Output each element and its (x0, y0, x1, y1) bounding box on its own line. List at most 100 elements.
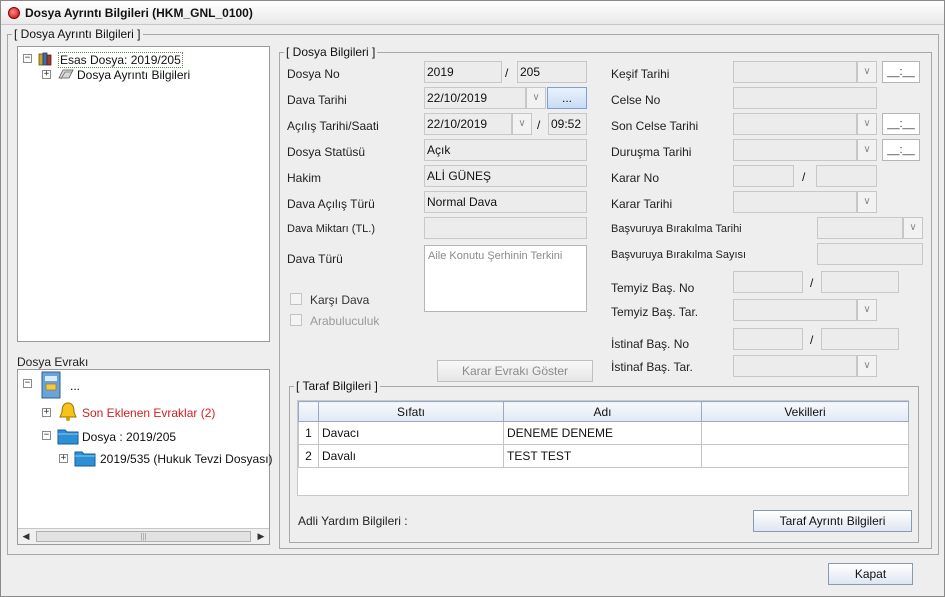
cell-adi[interactable]: TEST TEST (503, 444, 702, 468)
table-row[interactable]: 1 Davacı DENEME DENEME (298, 421, 909, 445)
tree-child-dosya-ayrinti[interactable]: Dosya Ayrıntı Bilgileri (77, 68, 190, 82)
tree-collapse-toggle[interactable]: − (23, 54, 32, 63)
son-celse-label: Son Celse Tarihi (611, 119, 699, 133)
dosya-statu-field[interactable]: Açık (424, 139, 587, 161)
sub-dosya-label[interactable]: 2019/535 (Hukuk Tevzi Dosyası) (100, 452, 273, 466)
row-number: 2 (298, 444, 319, 468)
karar-no-year-field[interactable] (733, 165, 794, 187)
sub-expand-toggle[interactable]: + (59, 454, 68, 463)
dosya-no-year-field[interactable]: 2019 (424, 61, 502, 83)
istinaf-no-label: İstinaf Baş. No (611, 337, 690, 351)
karsi-dava-label: Karşı Dava (310, 293, 370, 307)
kesif-tarihi-field[interactable] (733, 61, 857, 83)
istinaf-no-year-field[interactable] (733, 328, 803, 350)
scroll-thumb[interactable]: ||| (36, 531, 251, 542)
dava-miktari-field[interactable] (424, 217, 587, 239)
outer-group-legend: [ Dosya Ayrıntı Bilgileri ] (14, 27, 141, 41)
cell-adi[interactable]: DENEME DENEME (503, 421, 702, 445)
dava-acilis-turu-field[interactable]: Normal Dava (424, 191, 587, 213)
temyiz-no-year-field[interactable] (733, 271, 803, 293)
cell-vekilleri[interactable] (701, 421, 909, 445)
folder-books-icon (58, 69, 74, 80)
recent-expand-toggle[interactable]: + (42, 408, 51, 417)
dosya-statu-label: Dosya Statüsü (287, 145, 366, 159)
tree-root-esas-dosya[interactable]: Esas Dosya: 2019/205 (58, 52, 183, 68)
karsi-dava-checkbox[interactable] (290, 293, 302, 305)
kesif-tarihi-label: Keşif Tarihi (611, 67, 670, 81)
kesif-saat-field[interactable]: __:__ (882, 61, 920, 83)
son-celse-saat-field[interactable]: __:__ (882, 113, 920, 135)
dosya-no-num-field[interactable]: 205 (517, 61, 587, 83)
son-celse-field[interactable] (733, 113, 857, 135)
istinaf-no-num-field[interactable] (821, 328, 899, 350)
dosya-node-label[interactable]: Dosya : 2019/205 (82, 430, 176, 444)
kesif-dropdown-icon[interactable]: ∨ (857, 61, 877, 83)
durusma-saat-field[interactable]: __:__ (882, 139, 920, 161)
dava-tarihi-dots-button[interactable]: ... (547, 87, 587, 109)
dava-tarihi-dropdown-icon[interactable]: ∨ (526, 87, 546, 109)
arabuluculuk-checkbox[interactable] (290, 314, 302, 326)
row-number: 1 (298, 421, 319, 445)
istinaf-no-slash: / (810, 333, 814, 347)
evrak-root-label[interactable]: ... (70, 379, 80, 393)
recent-evrak-label[interactable]: Son Eklenen Evraklar (2) (82, 406, 215, 420)
temyiz-no-label: Temyiz Baş. No (611, 281, 695, 295)
istinaf-tar-dropdown-icon[interactable]: ∨ (857, 355, 877, 377)
column-header-sifati[interactable]: Sıfatı (318, 401, 504, 422)
dosya-no-label: Dosya No (287, 67, 340, 81)
temyiz-tar-field[interactable] (733, 299, 857, 321)
dava-turu-textarea[interactable]: Aile Konutu Şerhinin Terkini (424, 245, 587, 312)
durusma-tarihi-field[interactable] (733, 139, 857, 161)
acilis-tarihi-dropdown-icon[interactable]: ∨ (512, 113, 532, 135)
karar-tarihi-field[interactable] (733, 191, 857, 213)
dava-tarihi-label: Dava Tarihi (287, 93, 347, 107)
column-header-adi[interactable]: Adı (503, 401, 702, 422)
basvuru-tarihi-field[interactable] (817, 217, 903, 239)
istinaf-tar-field[interactable] (733, 355, 857, 377)
cell-vekilleri[interactable] (701, 444, 909, 468)
taraf-table: Sıfatı Adı Vekilleri 1 Davacı DENEME DEN… (298, 401, 909, 468)
son-celse-dropdown-icon[interactable]: ∨ (857, 113, 877, 135)
dosya-tree-panel: − Esas Dosya: 2019/205 + Dosya Ayrıntı B… (17, 46, 270, 342)
basvuru-dropdown-icon[interactable]: ∨ (903, 217, 923, 239)
evrak-collapse-toggle[interactable]: − (23, 379, 32, 388)
computer-tower-icon (41, 371, 61, 399)
hakim-field[interactable]: ALİ GÜNEŞ (424, 165, 587, 187)
acilis-saati-field[interactable]: 09:52 (548, 113, 587, 135)
title-bar: Dosya Ayrıntı Bilgileri (HKM_GNL_0100) (1, 1, 944, 25)
durusma-dropdown-icon[interactable]: ∨ (857, 139, 877, 161)
acilis-slash: / (537, 118, 541, 132)
karar-tarihi-dropdown-icon[interactable]: ∨ (857, 191, 877, 213)
temyiz-no-slash: / (810, 276, 814, 290)
dava-miktari-label: Dava Miktarı (TL.) (287, 223, 376, 235)
karar-no-label: Karar No (611, 171, 660, 185)
kapat-button[interactable]: Kapat (828, 563, 913, 585)
karar-no-slash: / (802, 170, 806, 184)
hakim-label: Hakim (287, 171, 322, 185)
basvuru-sayisi-label: Başvuruya Bırakılma Sayısı (611, 249, 747, 261)
temyiz-tar-label: Temyiz Baş. Tar. (611, 305, 699, 319)
evrak-hscrollbar[interactable]: ◀ ||| ▶ (18, 528, 269, 544)
table-row[interactable]: 2 Davalı TEST TEST (298, 444, 909, 468)
celse-no-field[interactable] (733, 87, 877, 109)
temyiz-tar-dropdown-icon[interactable]: ∨ (857, 299, 877, 321)
dava-tarihi-field[interactable]: 22/10/2019 (424, 87, 526, 109)
cell-sifati[interactable]: Davacı (318, 421, 504, 445)
taraf-ayrinti-button[interactable]: Taraf Ayrıntı Bilgileri (753, 510, 912, 532)
basvuru-tarihi-label: Başvuruya Bırakılma Tarihi (611, 223, 742, 235)
basvuru-sayisi-field[interactable] (817, 243, 923, 265)
cell-sifati[interactable]: Davalı (318, 444, 504, 468)
karar-no-num-field[interactable] (816, 165, 877, 187)
column-header-vekilleri[interactable]: Vekilleri (701, 401, 909, 422)
karar-tarihi-label: Karar Tarihi (611, 197, 673, 211)
acilis-tarihi-field[interactable]: 22/10/2019 (424, 113, 512, 135)
window-title: Dosya Ayrıntı Bilgileri (HKM_GNL_0100) (25, 6, 253, 20)
dosya-collapse-toggle[interactable]: − (42, 431, 51, 440)
scroll-right-arrow-icon[interactable]: ▶ (253, 529, 269, 544)
dava-turu-label: Dava Türü (287, 252, 343, 266)
temyiz-no-num-field[interactable] (821, 271, 899, 293)
blue-folder-icon (74, 451, 96, 467)
scroll-left-arrow-icon[interactable]: ◀ (18, 529, 34, 544)
tree-expand-toggle[interactable]: + (42, 70, 51, 79)
books-icon (38, 52, 52, 66)
